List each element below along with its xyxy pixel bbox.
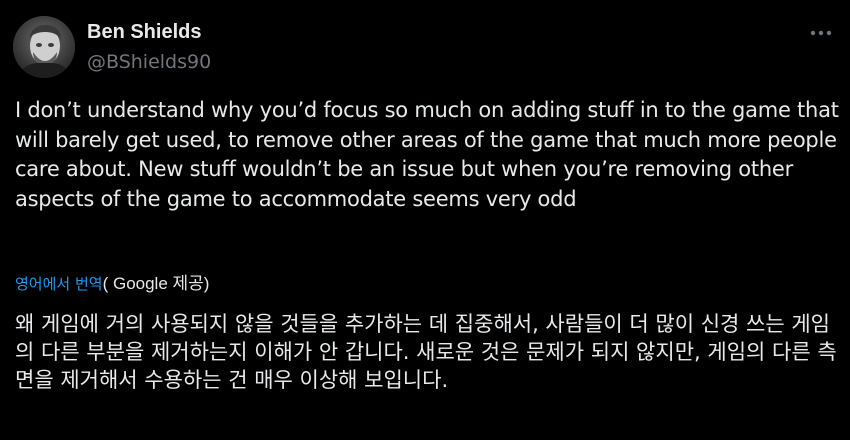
translation-provider-prefix: (	[102, 274, 113, 293]
author-display-name[interactable]: Ben Shields	[87, 20, 211, 44]
translated-tweet-text: 왜 게임에 거의 사용되지 않을 것들을 추가하는 데 집중해서, 사람들이 더…	[15, 312, 837, 392]
translation-provider-name: Google	[112, 274, 168, 293]
avatar[interactable]	[13, 16, 75, 78]
more-options-button[interactable]	[804, 18, 838, 48]
avatar-image	[13, 16, 75, 78]
author-handle[interactable]: @BShields90	[87, 50, 211, 74]
translation-attribution: 영어에서 번역( Google 제공)	[15, 273, 209, 295]
tweet: Ben Shields @BShields90 I don’t understa…	[0, 0, 850, 440]
translated-from-link[interactable]: 영어에서 번역	[15, 275, 103, 293]
tweet-text: I don’t understand why you’d focus so mu…	[15, 98, 839, 211]
author-info: Ben Shields @BShields90	[87, 20, 211, 74]
more-horizontal-icon	[810, 30, 832, 36]
translation-provider-suffix: 제공)	[167, 274, 210, 293]
